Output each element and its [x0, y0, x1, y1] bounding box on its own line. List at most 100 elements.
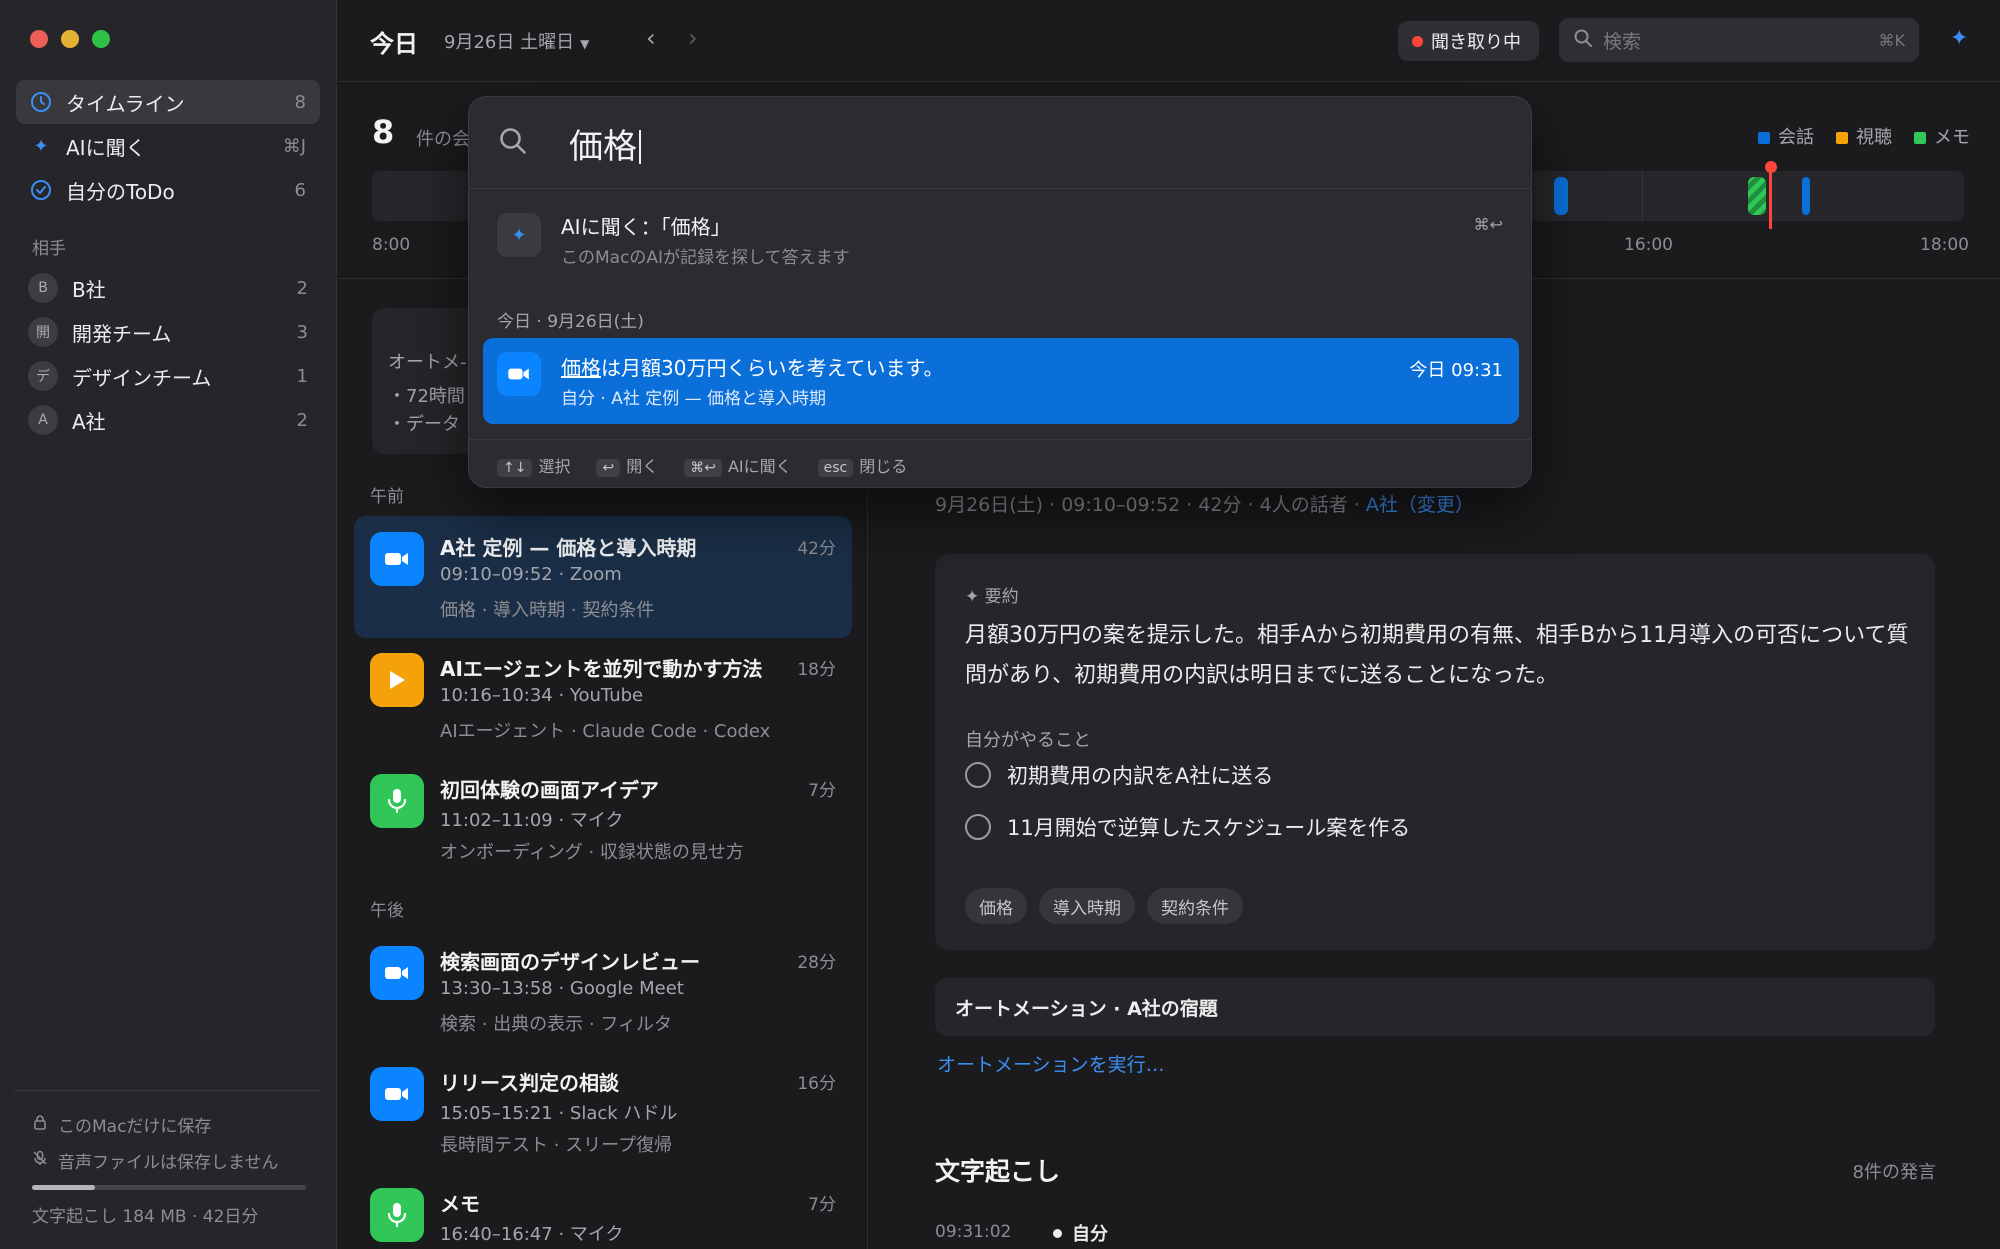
company-link[interactable]: A社: [1366, 494, 1398, 516]
contact-count: 2: [296, 277, 308, 299]
toolbar: 今日 9月26日 土曜日 ▼ ‹ › 聞き取り中 検索 ⌘K ✦: [338, 0, 2000, 82]
local-storage-note: このMacだけに保存: [32, 1112, 211, 1137]
timeline-segment[interactable]: [1802, 177, 1810, 215]
lock-icon: [32, 1114, 48, 1135]
timeline-segment[interactable]: [1554, 177, 1568, 215]
sidebar-item-shortcut: ⌘J: [282, 135, 306, 157]
search-icon: [1573, 28, 1593, 52]
timeline-gridline: [1642, 171, 1643, 221]
sparkle-icon: ✦: [33, 135, 49, 157]
todo-item[interactable]: 11月開始で逆算したスケジュール案を作る: [965, 812, 1410, 842]
window-controls: [30, 30, 110, 48]
recording-row[interactable]: 検索画面のデザインレビュー 28分 13:30–13:58 · Google M…: [354, 930, 852, 1052]
todo-checkbox[interactable]: [965, 814, 991, 840]
result-timestamp: 今日 09:31: [1409, 360, 1503, 381]
contact-count: 2: [296, 409, 308, 431]
automation-row[interactable]: オートメーション · A社の宿題: [935, 978, 1935, 1036]
recording-count: 8: [372, 113, 395, 151]
no-audio-note: 音声ファイルは保存しません: [32, 1148, 279, 1173]
recording-row[interactable]: リリース判定の相談 16分 15:05–15:21 · Slack ハドル 長時…: [354, 1051, 852, 1173]
topic-tag[interactable]: 価格: [965, 888, 1027, 924]
close-window-button[interactable]: [30, 30, 48, 48]
hint-key: ↑↓: [497, 458, 533, 477]
palette-search-input[interactable]: 価格: [469, 97, 1531, 189]
ai-sparkle-button[interactable]: ✦: [1950, 26, 1968, 51]
todo-checkbox[interactable]: [965, 762, 991, 788]
recording-count-label: 件の会: [416, 129, 470, 150]
recording-status-label: 聞き取り中: [1431, 32, 1521, 53]
sidebar-item-ask-ai[interactable]: ✦ AIに聞く ⌘J: [16, 124, 320, 168]
recording-row[interactable]: メモ 7分 16:40–16:47 · マイク: [354, 1172, 852, 1249]
page-title: 今日: [370, 30, 418, 58]
result-title-rest: は月額30万円くらいを考えています。: [601, 356, 944, 380]
hint-close: esc 閉じる: [817, 453, 907, 477]
timeline-legend: 会話 視聴 メモ: [1758, 123, 1970, 149]
topic-tags: 価格 導入時期 契約条件: [965, 888, 1243, 924]
no-audio-text: 音声ファイルは保存しません: [58, 1153, 279, 1173]
recording-row[interactable]: A社 定例 — 価格と導入時期 42分 09:10–09:52 · Zoom 価…: [354, 516, 852, 638]
sidebar-item-label: AIに聞く: [66, 135, 146, 160]
utterance-time[interactable]: 09:31:02: [935, 1222, 1011, 1242]
legend-swatch: [1758, 132, 1770, 144]
recording-title: リリース判定の相談: [440, 1071, 619, 1095]
video-icon: [370, 946, 424, 1000]
palette-result-selected[interactable]: 価格は月額30万円くらいを考えています。 自分 · A社 定例 — 価格と導入時…: [483, 338, 1519, 424]
palette-ask-ai-option[interactable]: ✦ AIに聞く：「価格」 このMacのAIが記録を探して答えます ⌘↩: [469, 207, 1531, 277]
legend-watching: 視聴: [1836, 123, 1892, 149]
recording-title: メモ: [440, 1192, 480, 1216]
sidebar-contact-design-team[interactable]: デ デザインチーム 1: [16, 355, 320, 397]
sidebar-item-my-todo[interactable]: 自分のToDo 6: [16, 168, 320, 212]
todo-item[interactable]: 初期費用の内訳をA社に送る: [965, 760, 1273, 790]
recording-dot-icon: [1412, 35, 1423, 47]
check-circle-icon: [30, 179, 52, 201]
mic-icon: [370, 1188, 424, 1242]
change-company-link[interactable]: （変更）: [1398, 494, 1474, 516]
sidebar-contact-b[interactable]: B B社 2: [16, 267, 320, 309]
legend-label: メモ: [1934, 127, 1970, 148]
legend-swatch: [1836, 132, 1848, 144]
hint-key: ⌘↩: [684, 458, 722, 477]
recording-title: 検索画面のデザインレビュー: [440, 950, 700, 974]
recording-row[interactable]: AIエージェントを並列で動かす方法 18分 10:16–10:34 · YouT…: [354, 637, 852, 759]
run-automation-link[interactable]: オートメーションを実行…: [937, 1050, 1165, 1077]
sidebar-item-count: 8: [294, 91, 306, 113]
previous-day-button[interactable]: ‹: [646, 24, 656, 52]
contact-label: B社: [72, 277, 106, 302]
sidebar-contact-a[interactable]: A A社 2: [16, 399, 320, 441]
contact-label: A社: [72, 409, 106, 434]
date-picker[interactable]: 9月26日 土曜日 ▼: [444, 28, 589, 54]
sidebar: タイムライン 8 ✦ AIに聞く ⌘J 自分のToDo 6 相手 B B社 2 …: [0, 0, 337, 1249]
contact-count: 3: [296, 321, 308, 343]
topic-tag[interactable]: 導入時期: [1039, 888, 1135, 924]
legend-swatch: [1914, 132, 1926, 144]
chevron-down-icon: ▼: [580, 37, 590, 51]
palette-footer: ↑↓ 選択 ↩ 開く ⌘↩ AIに聞く esc 閉じる: [469, 439, 1531, 487]
video-icon: [370, 532, 424, 586]
recording-row[interactable]: 初回体験の画面アイデア 7分 11:02–11:09 · マイク オンボーディン…: [354, 758, 852, 880]
avatar: A: [28, 405, 58, 435]
zoom-window-button[interactable]: [92, 30, 110, 48]
topic-tag[interactable]: 契約条件: [1147, 888, 1243, 924]
search-input[interactable]: 検索 ⌘K: [1559, 18, 1919, 62]
legend-memo: メモ: [1914, 123, 1970, 149]
mic-icon: [370, 774, 424, 828]
result-subtitle: 自分 · A社 定例 — 価格と導入時期: [561, 389, 827, 409]
legend-label: 会話: [1778, 127, 1814, 148]
recording-meta: 9月26日(土) · 09:10–09:52 · 42分 · 4人の話者 · A…: [935, 490, 1474, 517]
recording-title: A社 定例 — 価格と導入時期: [440, 536, 697, 560]
recording-title: AIエージェントを並列で動かす方法: [440, 657, 763, 681]
search-shortcut: ⌘K: [1878, 30, 1906, 50]
sidebar-item-label: タイムライン: [66, 91, 185, 116]
contact-label: デザインチーム: [72, 365, 212, 390]
minimize-window-button[interactable]: [61, 30, 79, 48]
contact-label: 開発チーム: [72, 321, 172, 346]
mic-off-icon: [32, 1150, 48, 1171]
palette-group-label: 今日 · 9月26日(土): [497, 312, 644, 332]
next-day-button[interactable]: ›: [688, 24, 698, 52]
legend-label: 視聴: [1856, 127, 1892, 148]
sidebar-contact-dev-team[interactable]: 開 開発チーム 3: [16, 311, 320, 353]
timeline-segment[interactable]: [1748, 177, 1766, 215]
recording-status-button[interactable]: 聞き取り中: [1398, 21, 1539, 61]
sidebar-item-timeline[interactable]: タイムライン 8: [16, 80, 320, 124]
hint-key: ↩: [596, 458, 621, 477]
